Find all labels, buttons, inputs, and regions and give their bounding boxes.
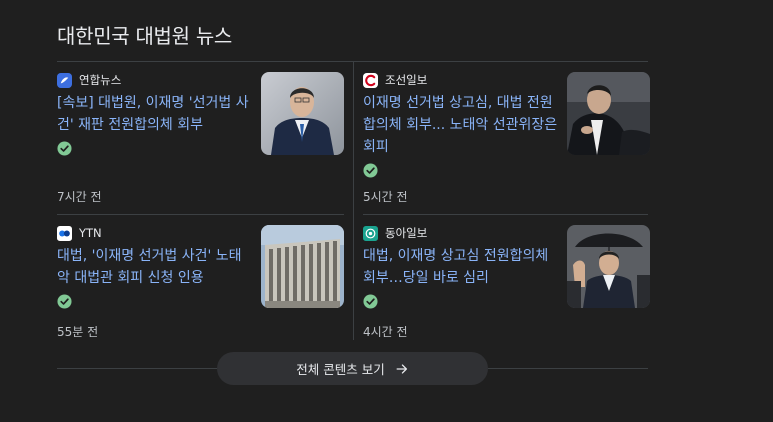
thumbnail-image: [567, 225, 650, 308]
yonhap-logo-icon: [57, 72, 72, 88]
button-divider-left: [57, 368, 217, 369]
timestamp: 4시간 전: [363, 325, 408, 339]
news-card[interactable]: 조선일보 이재명 선거법 상고심, 대법 전원합의체 회부... 노태악 선관위…: [363, 62, 650, 204]
publisher: 조선일보: [363, 72, 427, 88]
article-thumbnail[interactable]: [567, 72, 650, 155]
headline-text[interactable]: 대법, '이재명 선거법 사건' 노태악 대법관 회피 신청 인용: [57, 248, 242, 286]
verified-check-icon: [363, 162, 378, 178]
publisher: 연합뉴스: [57, 72, 121, 88]
timestamp: 55분 전: [57, 325, 99, 339]
ytn-logo-icon: [57, 225, 72, 241]
section-title: 대한민국 대법원 뉴스: [57, 24, 233, 48]
donga-logo-icon: [363, 225, 378, 241]
news-card[interactable]: 연합뉴스 [속보] 대법원, 이재명 '선거법 사건' 재판 전원합의체 회부 …: [57, 62, 344, 204]
article-thumbnail[interactable]: [261, 225, 344, 308]
publisher-name: 동아일보: [385, 226, 428, 240]
thumbnail-image: [261, 72, 344, 155]
publisher-name: 조선일보: [385, 73, 428, 87]
arrow-right-icon: [396, 363, 407, 374]
timestamp: 7시간 전: [57, 190, 102, 204]
news-grid: 연합뉴스 [속보] 대법원, 이재명 '선거법 사건' 재판 전원합의체 회부 …: [57, 62, 650, 340]
news-card[interactable]: YTN 대법, '이재명 선거법 사건' 노태악 대법관 회피 신청 인용 55…: [57, 215, 344, 355]
headline-text[interactable]: 대법, 이재명 상고심 전원합의체 회부…당일 바로 심리: [363, 248, 548, 286]
chosun-logo-icon: [363, 72, 378, 88]
publisher-name: 연합뉴스: [79, 73, 122, 87]
news-card[interactable]: 동아일보 대법, 이재명 상고심 전원합의체 회부…당일 바로 심리 4시간 전: [363, 215, 650, 355]
headline[interactable]: [속보] 대법원, 이재명 '선거법 사건' 재판 전원합의체 회부: [57, 92, 252, 158]
verified-check-icon: [363, 293, 378, 309]
column-divider: [353, 62, 354, 340]
publisher: YTN: [57, 225, 102, 241]
timestamp: 5시간 전: [363, 190, 408, 204]
article-thumbnail[interactable]: [567, 225, 650, 308]
headline[interactable]: 대법, '이재명 선거법 사건' 노태악 대법관 회피 신청 인용: [57, 245, 252, 311]
button-divider-right: [488, 368, 648, 369]
view-all-content-label: 전체 콘텐츠 보기: [296, 362, 385, 377]
headline[interactable]: 이재명 선거법 상고심, 대법 전원합의체 회부... 노태악 선관위장은 회피: [363, 92, 558, 180]
verified-check-icon: [57, 293, 72, 309]
verified-check-icon: [57, 140, 72, 156]
article-thumbnail[interactable]: [261, 72, 344, 155]
thumbnail-image: [261, 225, 344, 308]
headline[interactable]: 대법, 이재명 상고심 전원합의체 회부…당일 바로 심리: [363, 245, 558, 311]
publisher-name: YTN: [79, 226, 102, 240]
thumbnail-image: [567, 72, 650, 155]
headline-text[interactable]: 이재명 선거법 상고심, 대법 전원합의체 회부... 노태악 선관위장은 회피: [363, 95, 557, 155]
headline-text[interactable]: [속보] 대법원, 이재명 '선거법 사건' 재판 전원합의체 회부: [57, 95, 249, 133]
publisher: 동아일보: [363, 225, 427, 241]
view-all-content-button[interactable]: 전체 콘텐츠 보기: [217, 352, 488, 385]
